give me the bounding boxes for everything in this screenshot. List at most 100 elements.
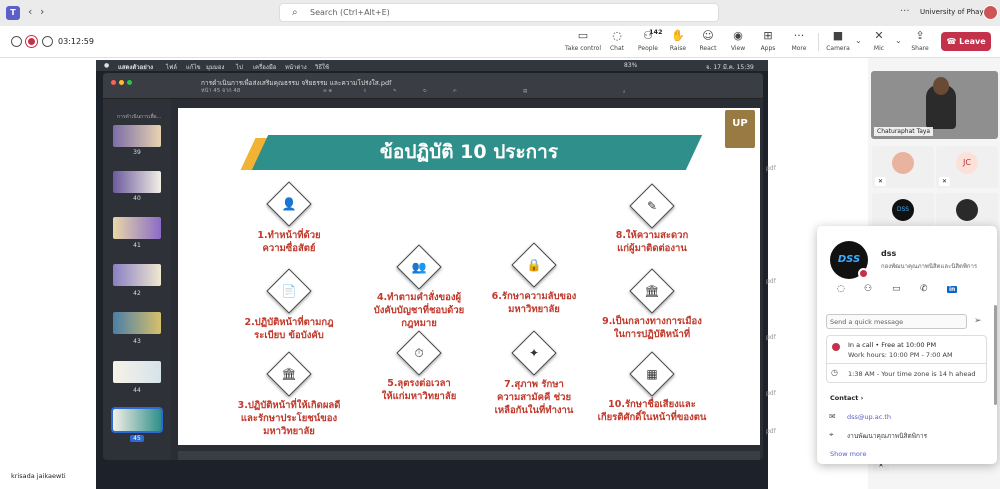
location-icon: ⌖ bbox=[829, 430, 834, 439]
local-time: 1:38 AM - Your time zone is 14 h ahead bbox=[848, 370, 976, 378]
more-options-icon[interactable]: ··· bbox=[900, 6, 910, 17]
rule-5-text: 5.ลุตรงต่อเวลา ให้แก่มหาวิทยาลัย bbox=[381, 378, 457, 402]
participant-tile[interactable]: ✕ bbox=[872, 146, 934, 188]
presenter-label: krisada jaikaewti bbox=[8, 471, 69, 481]
participant-avatar bbox=[892, 152, 914, 174]
clock-icon: ◷ bbox=[831, 368, 838, 377]
integrity-icon: 👤 bbox=[266, 181, 312, 227]
participant-head bbox=[933, 77, 949, 95]
page-thumbnail[interactable] bbox=[113, 125, 161, 147]
profile-card: DSS dss กองพัฒนาคุณภาพนิสิตและนิสิตพิการ… bbox=[817, 226, 997, 464]
page-number: 39 bbox=[133, 149, 141, 156]
zoom-icon[interactable]: ⊖ ⊕ bbox=[323, 89, 332, 94]
back-arrow-icon[interactable]: ‹ bbox=[28, 5, 32, 18]
page-thumbnail[interactable] bbox=[113, 217, 161, 239]
title-bar: T ‹ › ⌕ Search (Ctrl+Alt+E) ··· Universi… bbox=[0, 0, 1000, 26]
linkedin-icon[interactable]: in bbox=[947, 286, 958, 293]
scrollbar[interactable] bbox=[994, 305, 997, 405]
share-button[interactable]: ⇪ Share bbox=[901, 29, 939, 56]
rule-3-text: 3.ปฏิบัติหน้าที่ให้เกิดผลดี และรักษาประโย… bbox=[237, 400, 341, 437]
page-thumbnail[interactable] bbox=[113, 312, 161, 334]
take-control-button[interactable]: ▭ Take control bbox=[564, 29, 602, 56]
video-call-icon[interactable]: ▭ bbox=[892, 284, 901, 294]
page-thumbnail[interactable] bbox=[113, 171, 161, 193]
share-icon: ⇪ bbox=[915, 29, 925, 42]
file-label: pdf bbox=[766, 165, 776, 172]
department: งานพัฒนาคุณภาพนิสิตพิการ bbox=[847, 432, 928, 440]
participant-tile[interactable]: JC ✕ bbox=[936, 146, 998, 188]
page-number: 41 bbox=[133, 242, 141, 249]
apple-icon: ● bbox=[104, 62, 110, 69]
search-icon: ⌕ bbox=[292, 7, 298, 18]
shield-icon[interactable] bbox=[11, 36, 22, 47]
preview-toolbar: การดำเนินการเพื่อส่งเสริมคุณธรรม จริยธรร… bbox=[103, 73, 763, 99]
mic-button[interactable]: ✕ Mic bbox=[860, 29, 898, 56]
status-line: In a call • Free at 10:00 PM bbox=[848, 341, 937, 349]
info-icon[interactable] bbox=[42, 36, 53, 47]
rotate-icon[interactable]: ↻ bbox=[423, 89, 427, 94]
file-label: pdf bbox=[766, 334, 776, 341]
share-icon[interactable]: ⇪ bbox=[363, 89, 367, 94]
search-placeholder: Search (Ctrl+Alt+E) bbox=[310, 8, 390, 17]
close-window-icon[interactable] bbox=[111, 80, 116, 85]
org-chart-icon[interactable]: ⚇ bbox=[864, 284, 872, 294]
page-thumbnail-selected[interactable] bbox=[111, 407, 163, 433]
forward-arrow-icon[interactable]: › bbox=[40, 5, 44, 18]
building-icon: ▦ bbox=[629, 351, 675, 397]
recording-icon[interactable] bbox=[26, 36, 37, 47]
participant-name: Chaturaphat Taya bbox=[874, 127, 934, 136]
mic-muted-icon: ✕ bbox=[875, 177, 886, 186]
camera-button[interactable]: ■ Camera bbox=[819, 29, 857, 56]
lock-icon: 🔒 bbox=[511, 242, 557, 288]
shared-screen: ● แสดงตัวอย่าง ไฟล์ แก้ไข มุมมอง ไป เครื… bbox=[96, 60, 768, 489]
availability-box: In a call • Free at 10:00 PM Work hours:… bbox=[826, 335, 987, 383]
temple-icon: 🏛 bbox=[266, 351, 312, 397]
page-thumbnail[interactable] bbox=[113, 264, 161, 286]
next-page-preview bbox=[178, 451, 760, 460]
contact-heading[interactable]: Contact › bbox=[830, 394, 863, 402]
page-thumbnail[interactable] bbox=[113, 361, 161, 383]
rule-1-text: 1.ทำหน้าที่ด้วย ความซื่อสัตย์ bbox=[257, 230, 321, 254]
phone-icon: ☎ bbox=[946, 37, 960, 46]
participant-video-tile[interactable]: Chaturaphat Taya bbox=[871, 71, 998, 139]
user-avatar[interactable] bbox=[983, 5, 998, 20]
rule-4-text: 4.ทำตามคำสั่งของผู้ บังคับบัญชาที่ชอบด้วย… bbox=[373, 292, 465, 329]
org-name[interactable]: University of Phayao bbox=[920, 8, 992, 16]
page-number: 42 bbox=[133, 290, 141, 297]
slide-title: ข้อปฏิบัติ 10 ประการ bbox=[379, 141, 559, 163]
search-icon[interactable]: ⌕ bbox=[623, 89, 626, 95]
slide-page: ข้อปฏิบัติ 10 ประการ UP 👤 1.ทำหน้าที่ด้ว… bbox=[178, 108, 760, 445]
stopwatch-icon: ⏱ bbox=[396, 330, 442, 376]
page-number: 43 bbox=[133, 338, 141, 345]
leave-button[interactable]: ☎ Leave bbox=[941, 32, 991, 51]
highlight-icon[interactable]: ✎ bbox=[393, 89, 397, 94]
minimize-window-icon[interactable] bbox=[119, 80, 124, 85]
rule-6-text: 6.รักษาความลับของ มหาวิทยาลัย bbox=[491, 291, 577, 315]
page-number: 44 bbox=[133, 387, 141, 394]
quick-message-input[interactable]: Send a quick message bbox=[826, 314, 967, 329]
file-label: pdf bbox=[766, 278, 776, 285]
preview-window: การดำเนินการเพื่อส่งเสริมคุณธรรม จริยธรร… bbox=[103, 73, 763, 460]
screen-icon: ▭ bbox=[577, 29, 589, 42]
meeting-toolbar: 03:12:59 ▭ Take control ◌ Chat ⚇ 142 Peo… bbox=[0, 26, 1000, 58]
form-icon[interactable]: ▤ bbox=[523, 89, 527, 94]
show-more-link[interactable]: Show more bbox=[830, 450, 866, 458]
meeting-timer: 03:12:59 bbox=[58, 37, 94, 46]
more-button[interactable]: ··· More bbox=[780, 29, 818, 56]
sidebar-heading: การดำเนินการเพื่อ... bbox=[117, 114, 162, 120]
profile-org: กองพัฒนาคุณภาพนิสิตและนิสิตพิการ bbox=[881, 263, 978, 270]
document-icon: 📄 bbox=[266, 268, 312, 314]
page-indicator: หน้า 45 จาก 48 bbox=[201, 88, 241, 94]
markup-icon[interactable]: ✍ bbox=[453, 89, 457, 94]
signing-icon: ✎ bbox=[629, 183, 675, 229]
maximize-window-icon[interactable] bbox=[127, 80, 132, 85]
chat-icon[interactable]: ◌ bbox=[837, 284, 845, 294]
email-link[interactable]: dss@up.ac.th bbox=[847, 413, 891, 421]
rule-8-text: 8.ให้ความสะดวก แก่ผู้มาติดต่องาน bbox=[615, 230, 689, 254]
thumbnail-sidebar: การดำเนินการเพื่อ... 39 40 41 42 43 44 4… bbox=[103, 99, 171, 460]
participant-avatar: DSS bbox=[892, 199, 914, 221]
send-icon[interactable]: ➢ bbox=[974, 316, 982, 326]
audio-call-icon[interactable]: ✆ bbox=[920, 284, 928, 294]
search-box[interactable]: ⌕ Search (Ctrl+Alt+E) bbox=[279, 3, 719, 22]
busy-status-icon bbox=[858, 268, 869, 279]
